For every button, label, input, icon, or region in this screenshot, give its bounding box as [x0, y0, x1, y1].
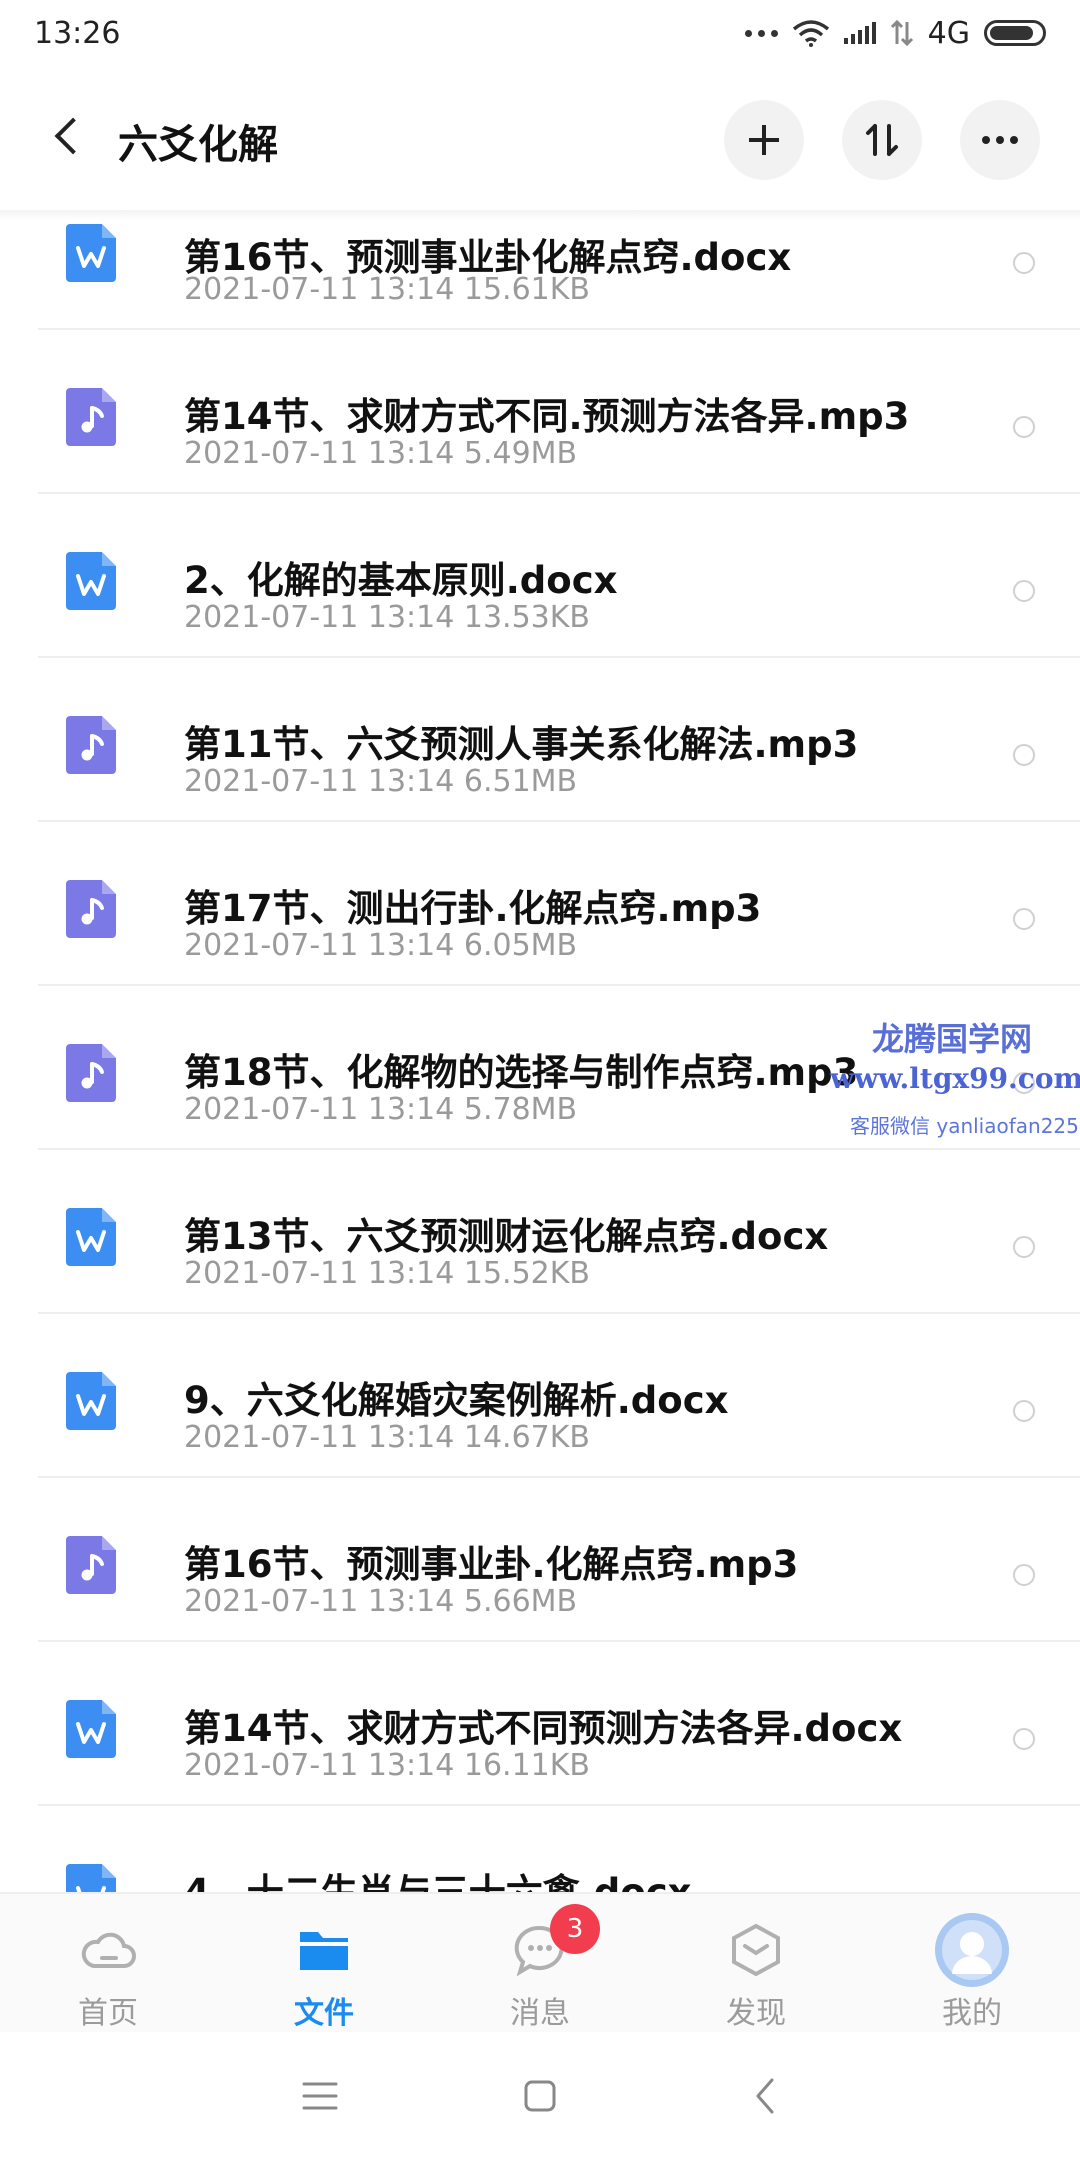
audio-file-icon — [66, 716, 116, 774]
select-checkbox[interactable] — [1013, 1728, 1035, 1750]
network-type: 4G — [927, 15, 970, 51]
menu-icon[interactable] — [300, 2078, 340, 2114]
select-checkbox[interactable] — [1013, 580, 1035, 602]
no-data-signal-icon — [890, 20, 913, 46]
watermark-url: www.ltgx99.com — [830, 1062, 1080, 1095]
file-row[interactable]: 9、六爻化解婚灾案例解析.docx 2021-07-11 13:14 14.67K… — [0, 1314, 1080, 1478]
word-document-icon — [66, 224, 116, 282]
file-name: 4、十二生肖与三十六禽.docx — [184, 1862, 692, 1892]
file-row[interactable]: 第14节、求财方式不同.预测方法各异.mp3 2021-07-11 13:14 5… — [0, 330, 1080, 494]
file-row[interactable]: 第17节、测出行卦.化解点窍.mp3 2021-07-11 13:14 6.05M… — [0, 822, 1080, 986]
cloud-icon — [81, 1932, 136, 1968]
chevron-left-icon — [54, 117, 92, 155]
status-time: 13:26 — [34, 15, 121, 51]
file-meta: 2021-07-11 13:14 5.78MB — [184, 1092, 578, 1127]
nav-label-discover: 发现 — [726, 1996, 786, 2031]
nav-item-discover[interactable]: 发现 — [648, 1894, 864, 2034]
back-button[interactable] — [40, 108, 96, 164]
file-row[interactable]: 4、十二生肖与三十六禽.docx — [0, 1806, 1080, 1892]
file-meta: 2021-07-11 13:14 5.49MB — [184, 436, 578, 471]
select-checkbox[interactable] — [1013, 908, 1035, 930]
wifi-icon — [792, 20, 829, 47]
file-row[interactable]: 第16节、预测事业卦化解点窍.docx 2021-07-11 13:14 15.6… — [0, 216, 1080, 330]
page-title: 六爻化解 — [118, 122, 278, 168]
watermark-title: 龙腾国学网 — [872, 1020, 1033, 1058]
nav-item-me[interactable]: 我的 — [864, 1894, 1080, 2034]
file-meta: 2021-07-11 13:14 5.66MB — [184, 1584, 578, 1619]
file-row[interactable]: 2、化解的基本原则.docx 2021-07-11 13:14 13.53KB — [0, 494, 1080, 658]
status-bar: 13:26 4G — [0, 0, 1080, 66]
file-name: 第13节、六爻预测财运化解点窍.docx — [184, 1215, 829, 1258]
file-name: 第11节、六爻预测人事关系化解法.mp3 — [184, 723, 859, 766]
audio-file-icon — [66, 1044, 116, 1102]
more-horizontal-icon — [982, 136, 1018, 144]
message-count-badge: 3 — [550, 1904, 600, 1954]
word-document-icon — [66, 1372, 116, 1430]
file-name: 第17节、测出行卦.化解点窍.mp3 — [184, 887, 762, 930]
audio-file-icon — [66, 880, 116, 938]
nav-label-messages: 消息 — [510, 1996, 570, 2031]
audio-file-icon — [66, 1536, 116, 1594]
file-row[interactable]: 第13节、六爻预测财运化解点窍.docx 2021-07-11 13:14 15.… — [0, 1150, 1080, 1314]
select-checkbox[interactable] — [1013, 744, 1035, 766]
more-status-icon — [744, 29, 778, 37]
more-button[interactable] — [960, 100, 1040, 180]
top-app-bar: 六爻化解 — [0, 66, 1080, 216]
nav-label-files: 文件 — [294, 1996, 354, 2031]
select-checkbox[interactable] — [1013, 416, 1035, 438]
status-icons: 4G — [744, 15, 1046, 51]
header-divider — [0, 210, 1080, 220]
select-checkbox[interactable] — [1013, 1236, 1035, 1258]
system-nav-bar — [0, 2032, 1080, 2160]
hexagon-icon — [732, 1923, 780, 1977]
folder-icon — [300, 1932, 348, 1970]
file-meta: 2021-07-11 13:14 16.11KB — [184, 1748, 591, 1783]
home-square-icon[interactable] — [522, 2078, 558, 2114]
nav-label-home: 首页 — [78, 1996, 138, 2031]
nav-item-files[interactable]: 文件 — [216, 1894, 432, 2034]
avatar-icon — [935, 1913, 1009, 1987]
watermark-contact: 客服微信 yanliaofan225 — [850, 1114, 1079, 1138]
word-document-icon — [66, 1864, 116, 1892]
select-checkbox[interactable] — [1013, 1564, 1035, 1586]
add-button[interactable] — [724, 100, 804, 180]
file-name: 第14节、求财方式不同.预测方法各异.mp3 — [184, 395, 910, 438]
word-document-icon — [66, 1208, 116, 1266]
file-name: 9、六爻化解婚灾案例解析.docx — [184, 1379, 729, 1422]
file-meta: 2021-07-11 13:14 15.61KB — [184, 272, 591, 307]
file-row[interactable]: 第14节、求财方式不同预测方法各异.docx 2021-07-11 13:14 1… — [0, 1642, 1080, 1806]
file-name: 第18节、化解物的选择与制作点窍.mp3 — [184, 1051, 859, 1094]
sort-button[interactable] — [842, 100, 922, 180]
battery-icon — [984, 20, 1046, 46]
file-row[interactable]: 第11节、六爻预测人事关系化解法.mp3 2021-07-11 13:14 6.5… — [0, 658, 1080, 822]
bottom-nav: 首页 文件 消息 3 发现 我的 — [0, 1892, 1080, 2032]
file-name: 2、化解的基本原则.docx — [184, 559, 618, 602]
file-meta: 2021-07-11 13:14 14.67KB — [184, 1420, 591, 1455]
file-name: 第14节、求财方式不同预测方法各异.docx — [184, 1707, 903, 1750]
file-meta: 2021-07-11 13:14 15.52KB — [184, 1256, 591, 1291]
word-document-icon — [66, 1700, 116, 1758]
nav-item-home[interactable]: 首页 — [0, 1894, 216, 2034]
file-name: 第16节、预测事业卦.化解点窍.mp3 — [184, 1543, 799, 1586]
audio-file-icon — [66, 388, 116, 446]
nav-label-me: 我的 — [942, 1996, 1002, 2031]
select-checkbox[interactable] — [1013, 252, 1035, 274]
signal-icon — [843, 22, 876, 44]
plus-icon — [749, 125, 779, 155]
sort-icon — [866, 124, 898, 156]
word-document-icon — [66, 552, 116, 610]
file-meta: 2021-07-11 13:14 6.05MB — [184, 928, 578, 963]
file-meta: 2021-07-11 13:14 13.53KB — [184, 600, 591, 635]
nav-item-messages[interactable]: 消息 — [432, 1894, 648, 2034]
select-checkbox[interactable] — [1013, 1400, 1035, 1422]
file-meta: 2021-07-11 13:14 6.51MB — [184, 764, 578, 799]
system-back-icon[interactable] — [750, 2076, 780, 2116]
file-row[interactable]: 第16节、预测事业卦.化解点窍.mp3 2021-07-11 13:14 5.66… — [0, 1478, 1080, 1642]
